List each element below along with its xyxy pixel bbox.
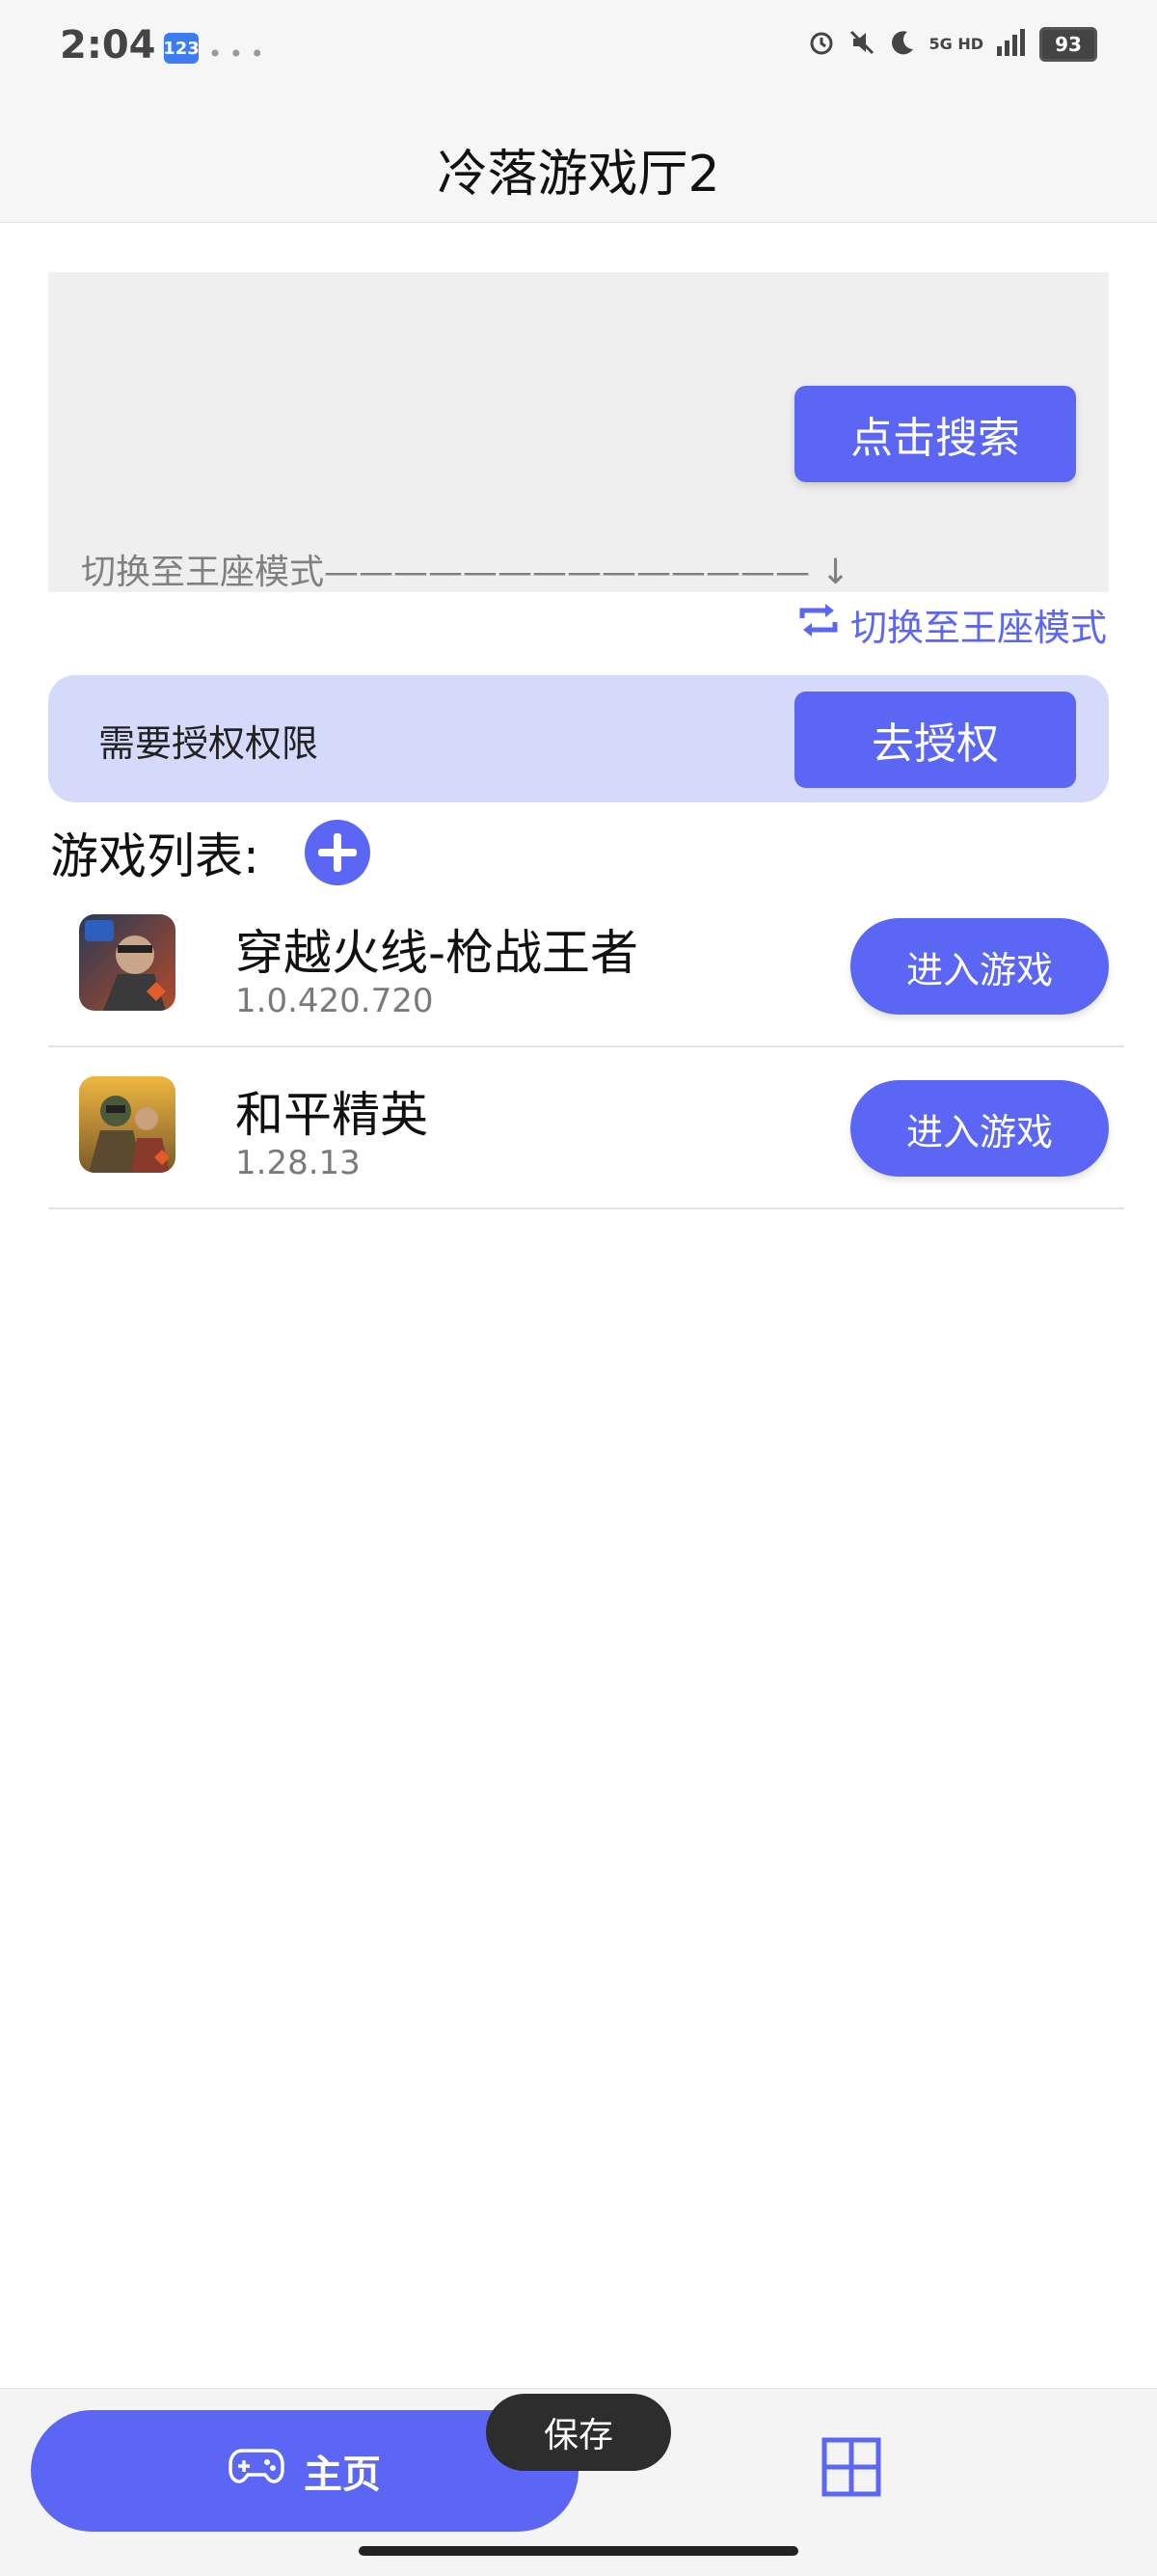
notification-badge-icon: 123	[163, 33, 200, 64]
enter-game-button[interactable]: 进入游戏	[850, 918, 1109, 1015]
authorization-text: 需要授权权限	[98, 722, 319, 765]
save-toast: 保存	[486, 2394, 671, 2471]
more-notifications-icon: • • •	[208, 41, 264, 68]
gamepad-icon	[229, 2447, 284, 2495]
page-title: 冷落游戏厅2	[437, 146, 720, 203]
nav-home-label: 主页	[304, 2453, 381, 2497]
game-name: 穿越火线-枪战王者	[235, 925, 639, 981]
switch-mode-hint: 切换至王座模式—————————————— ↓	[81, 553, 850, 592]
list-item: 穿越火线-枪战王者 1.0.420.720 进入游戏	[48, 885, 1124, 1047]
game-name: 和平精英	[235, 1087, 428, 1143]
switch-icon	[796, 601, 841, 648]
game-list-heading: 游戏列表:	[50, 828, 259, 884]
grid-icon[interactable]	[821, 2437, 881, 2497]
battery-icon: 93	[1039, 27, 1097, 62]
app-header: 冷落游戏厅2	[0, 116, 1157, 223]
status-time: 2:04	[60, 23, 156, 68]
game-icon-pubg	[79, 1076, 175, 1173]
search-button[interactable]: 点击搜索	[794, 386, 1076, 482]
status-bar: 2:04 123 • • • 5G HD 93	[0, 0, 1157, 116]
list-item: 和平精英 1.28.13 进入游戏	[48, 1047, 1124, 1209]
enter-game-button[interactable]: 进入游戏	[850, 1080, 1109, 1177]
mute-icon	[848, 28, 876, 61]
game-version: 1.28.13	[235, 1144, 361, 1182]
switch-mode-link[interactable]: 切换至王座模式	[796, 598, 1107, 651]
network-type-label: 5G HD	[928, 35, 983, 53]
switch-mode-label: 切换至王座模式	[849, 607, 1107, 649]
authorize-button[interactable]: 去授权	[794, 691, 1076, 788]
home-indicator[interactable]	[359, 2546, 798, 2556]
add-game-icon[interactable]	[305, 820, 370, 885]
signal-icon	[995, 29, 1028, 60]
do-not-disturb-icon	[888, 28, 917, 61]
game-icon-cf	[79, 914, 175, 1011]
status-icons: 5G HD 93	[807, 27, 1097, 62]
authorization-card: 需要授权权限 去授权	[48, 675, 1109, 802]
alarm-icon	[807, 28, 836, 61]
game-version: 1.0.420.720	[235, 982, 434, 1020]
